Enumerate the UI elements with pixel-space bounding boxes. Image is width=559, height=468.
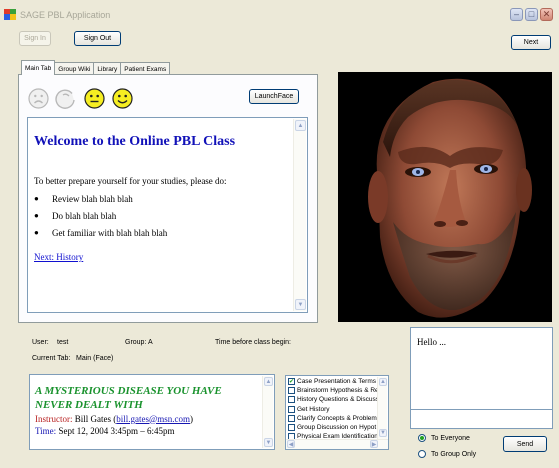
scroll-up-arrow-icon[interactable]: ▲ (295, 120, 306, 131)
window-title: SAGE PBL Application (20, 10, 111, 20)
sign-in-button[interactable]: Sign In (19, 31, 51, 46)
checklist-item[interactable]: History Questions & Discuss (286, 395, 379, 404)
checklist-item-label: Clarify Concepts & Problem (297, 414, 377, 422)
instructor-email-link[interactable]: bill.gates@msn.com (116, 414, 190, 424)
document-intro: To better prepare yourself for your stud… (34, 176, 227, 186)
time-label: Time: (35, 426, 57, 437)
launch-face-button[interactable]: LaunchFace (249, 89, 299, 104)
happy-face-button[interactable] (112, 88, 133, 109)
confused-face-button[interactable] (55, 88, 76, 109)
checklist-scrollbar[interactable]: ▲ ▼ (377, 377, 387, 448)
checklist-item-label: Case Presentation & Terms (297, 378, 376, 386)
next-button[interactable]: Next (511, 35, 551, 50)
instructor-line: Instructor: Bill Gates (bill.gates@msn.c… (35, 413, 194, 424)
neutral-face-button[interactable] (84, 88, 105, 109)
neutral-face-icon (84, 88, 105, 109)
radio-icon[interactable] (418, 450, 426, 458)
checkbox-icon[interactable] (288, 387, 295, 395)
tab-strip: Main Tab Group Wiki Library Patient Exam… (21, 60, 171, 75)
close-button[interactable]: ✕ (540, 8, 553, 21)
class-time-line: Time: Sept 12, 2004 3:45pm – 6:45pm (35, 425, 261, 438)
to-group-only-radio[interactable]: To Group Only (418, 450, 476, 458)
time-before-class-label: Time before class begin: (215, 339, 291, 346)
pbl-steps-checklist[interactable]: ✔ Case Presentation & Terms Brainstorm Hy… (285, 375, 389, 450)
checklist-item[interactable]: Group Discussion on Hypot (286, 423, 378, 432)
checklist-item-label: Get History (297, 405, 330, 413)
group-label: Group: (125, 339, 147, 346)
checkbox-icon[interactable] (288, 405, 295, 413)
sad-face-button[interactable] (28, 88, 49, 109)
time-value: Sept 12, 2004 3:45pm – 6:45pm (58, 426, 175, 437)
case-info-scrollbar[interactable]: ▲ ▼ (262, 376, 273, 448)
document-bullet: Do blah blah blah (34, 211, 294, 221)
scroll-up-arrow-icon[interactable]: ▲ (379, 378, 387, 386)
radio-selected-icon[interactable] (418, 434, 426, 442)
sign-out-button[interactable]: Sign Out (74, 31, 121, 46)
confused-face-icon (55, 89, 75, 109)
checkbox-icon[interactable] (288, 414, 295, 422)
virtual-patient-face-image (368, 78, 532, 318)
document-bullet: Get familiar with blah blah blah (34, 228, 294, 238)
scroll-down-arrow-icon[interactable]: ▼ (264, 438, 273, 447)
happy-face-icon (112, 88, 133, 109)
scroll-right-arrow-icon[interactable]: ▶ (370, 440, 378, 448)
case-info-box[interactable]: A MYSTERIOUS DISEASE YOU HAVE NEVER DEAL… (29, 374, 275, 450)
current-tab-label: Current Tab: (32, 355, 71, 362)
maximize-button[interactable]: □ (525, 8, 538, 21)
case-title: A MYSTERIOUS DISEASE YOU HAVE NEVER DEAL… (35, 385, 222, 412)
checklist-item[interactable]: Clarify Concepts & Problem (286, 414, 378, 423)
checklist-item-label: Group Discussion on Hypot (297, 424, 377, 432)
send-button[interactable]: Send (503, 436, 547, 452)
document-bullet: Review blah blah blah (34, 194, 294, 204)
checklist-horizontal-scrollbar[interactable]: ◀ ▶ (286, 439, 388, 449)
user-value: test (57, 339, 69, 346)
welcome-document[interactable]: Welcome to the Online PBL Class To bette… (27, 117, 308, 313)
sad-face-icon (28, 88, 49, 109)
chat-input[interactable] (410, 409, 553, 429)
checkbox-checked-icon[interactable]: ✔ (288, 378, 295, 386)
checklist-item-label: History Questions & Discuss (297, 396, 379, 404)
virtual-patient-face-view[interactable] (338, 72, 552, 322)
checklist-item[interactable]: Brainstorm Hypothesis & Re (286, 386, 379, 395)
instructor-label: Instructor: (35, 413, 73, 424)
scroll-down-arrow-icon[interactable]: ▼ (295, 299, 306, 310)
minimize-button[interactable]: – (510, 8, 523, 21)
next-history-link[interactable]: Next: History (34, 252, 294, 262)
group-value: A (148, 339, 153, 346)
user-label: User: (32, 339, 49, 346)
scroll-down-arrow-icon[interactable]: ▼ (379, 429, 387, 437)
app-icon (4, 9, 16, 20)
scroll-left-arrow-icon[interactable]: ◀ (287, 440, 295, 448)
checklist-item[interactable]: ✔ Case Presentation & Terms (286, 377, 378, 386)
instructor-name: Bill Gates (74, 413, 111, 424)
current-tab-value: Main (Face) (76, 355, 114, 362)
document-bullet-list: Review blah blah blah Do blah blah blah … (34, 194, 294, 238)
document-heading: Welcome to the Online PBL Class (34, 134, 236, 149)
checkbox-icon[interactable] (288, 424, 295, 432)
to-everyone-label: To Everyone (431, 434, 470, 442)
checklist-item[interactable]: Get History (286, 405, 378, 414)
checklist-item-label: Brainstorm Hypothesis & Re (297, 387, 379, 395)
to-everyone-radio[interactable]: To Everyone (418, 434, 470, 442)
to-group-only-label: To Group Only (431, 450, 477, 458)
tab-main[interactable]: Main Tab (21, 60, 56, 75)
document-scrollbar[interactable]: ▲ ▼ (293, 119, 306, 311)
chat-log[interactable]: Hello ... (410, 327, 553, 410)
checkbox-icon[interactable] (288, 396, 295, 404)
scroll-up-arrow-icon[interactable]: ▲ (264, 377, 273, 386)
